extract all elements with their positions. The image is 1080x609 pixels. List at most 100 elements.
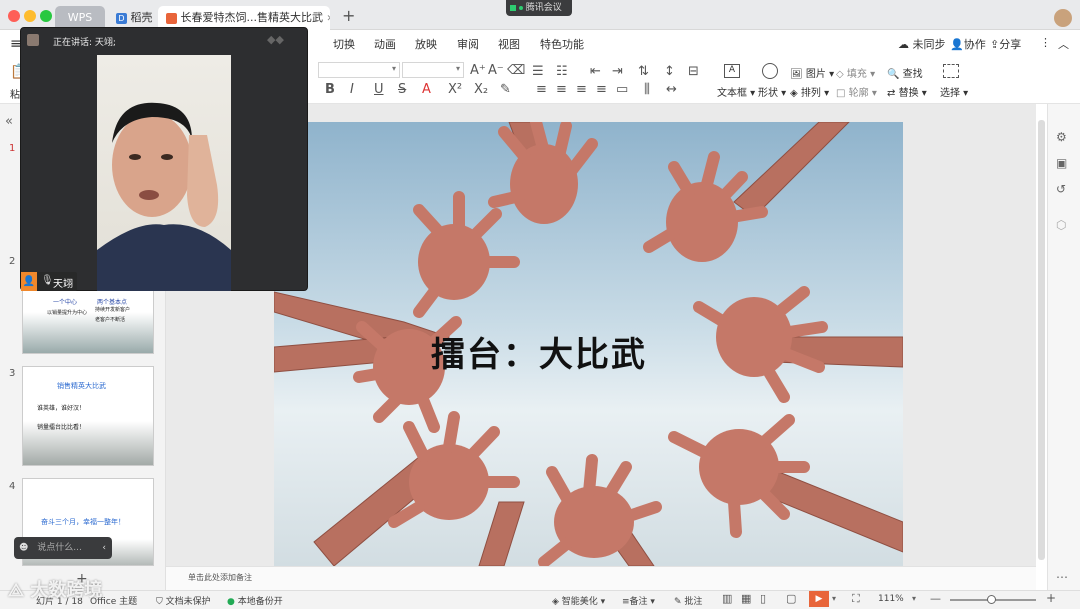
fit-window-icon[interactable]: ⛶: [852, 592, 860, 606]
align-center-icon[interactable]: ≡: [556, 82, 567, 97]
collapse-ribbon-icon[interactable]: ︿: [1058, 36, 1069, 52]
present-icon[interactable]: ▢: [786, 592, 796, 605]
menu-animation[interactable]: 动画: [374, 36, 396, 52]
participant-tag: 👤 🎙 天翊: [21, 272, 77, 291]
design-icon[interactable]: ▣: [1056, 156, 1067, 170]
bullet-list-icon[interactable]: ☰: [532, 64, 544, 79]
italic-icon[interactable]: I: [350, 82, 354, 97]
strikethrough-icon[interactable]: S: [398, 82, 406, 97]
document-protection[interactable]: ⛉ 文档未保护: [156, 594, 211, 607]
menu-special-features[interactable]: 特色功能: [540, 36, 584, 52]
zoom-level: 111%: [878, 594, 904, 604]
underline-icon[interactable]: U: [374, 82, 384, 97]
menu-slideshow[interactable]: 放映: [415, 36, 437, 52]
normal-view-icon[interactable]: ▥: [722, 592, 732, 605]
play-slideshow-button[interactable]: ▶: [809, 591, 829, 607]
bold-icon[interactable]: B: [325, 82, 335, 97]
meeting-badge[interactable]: 腾讯会议: [506, 0, 572, 16]
shape-icon[interactable]: [762, 63, 778, 79]
menu-review[interactable]: 审阅: [457, 36, 479, 52]
columns-icon[interactable]: ⫼: [644, 82, 650, 97]
fill-button[interactable]: ◇ 填充 ▾: [836, 65, 875, 80]
increase-indent-icon[interactable]: ⇥: [612, 64, 623, 79]
zoom-out-button[interactable]: —: [930, 592, 941, 605]
clear-format-icon[interactable]: ⌫: [507, 63, 525, 78]
slideshow-options-icon[interactable]: ▾: [832, 594, 836, 603]
chat-input[interactable]: ☻ 说点什么... ‹: [14, 537, 112, 559]
zoom-dropdown-icon[interactable]: ▾: [912, 594, 916, 603]
align-left-icon[interactable]: ≡: [536, 82, 547, 97]
thumb2-line-1: 一个中心: [53, 299, 78, 306]
video-call-panel[interactable]: 正在讲话: 天翊; ◆◆ 👤 🎙 天翊: [20, 27, 308, 291]
local-backup-status[interactable]: ● 本地备份开: [227, 594, 283, 607]
more-dots-icon[interactable]: ⋯: [1056, 570, 1068, 584]
find-button[interactable]: 🔍 查找: [887, 65, 923, 80]
settings-sliders-icon[interactable]: ⚙: [1056, 130, 1067, 144]
close-window-icon[interactable]: [8, 10, 20, 22]
line-spacing-icon[interactable]: ↕: [664, 64, 675, 79]
decrease-indent-icon[interactable]: ⇤: [590, 64, 601, 79]
justify-icon[interactable]: ≡: [596, 82, 607, 97]
user-icon: 👤: [21, 272, 37, 291]
textbox-button[interactable]: 文本框 ▾: [717, 84, 755, 99]
decrease-font-icon[interactable]: A⁻: [488, 63, 504, 78]
presentation-file-icon: [166, 12, 177, 24]
text-direction-icon[interactable]: ⇅: [638, 64, 649, 79]
cube-icon[interactable]: ⬡: [1056, 218, 1066, 232]
vertical-scrollbar[interactable]: [1038, 120, 1045, 560]
arrange-button[interactable]: ◈ 排列 ▾: [790, 84, 829, 99]
shape-button[interactable]: 形状 ▾: [758, 84, 786, 99]
speaking-label: 正在讲话: 天翊;: [53, 38, 116, 48]
grid-view-icon[interactable]: ▦: [741, 592, 751, 605]
font-family-select[interactable]: ▾: [318, 62, 400, 78]
menu-transitions[interactable]: 切换: [333, 36, 355, 52]
distribute-icon[interactable]: ▭: [616, 82, 628, 97]
more-options-icon[interactable]: ⋮: [1040, 36, 1051, 49]
font-color-icon[interactable]: A: [422, 82, 431, 97]
zoom-slider-handle[interactable]: [987, 595, 996, 604]
share-button[interactable]: ⇪分享: [990, 36, 1021, 52]
superscript-icon[interactable]: X²: [448, 82, 462, 97]
textbox-icon[interactable]: A: [724, 64, 740, 78]
char-spacing-icon[interactable]: ↔: [666, 82, 677, 97]
thumbnail-slide-3[interactable]: 销售精英大比武 谁英雄，谁好汉！ 销量擂台比比看！: [22, 366, 154, 466]
sync-status-button[interactable]: ☁ 未同步: [898, 36, 946, 52]
video-panel-grip-icon[interactable]: ◆◆: [267, 33, 284, 46]
notes-pane[interactable]: 单击此处添加备注: [166, 566, 1036, 590]
maximize-window-icon[interactable]: [40, 10, 52, 22]
docer-icon: D: [116, 12, 127, 24]
notes-toggle-button[interactable]: ≡备注 ▾: [622, 594, 655, 607]
numbered-list-icon[interactable]: ☷: [556, 64, 568, 79]
minimize-window-icon[interactable]: [24, 10, 36, 22]
paste-button[interactable]: 粘: [10, 86, 20, 101]
add-tab-button[interactable]: +: [342, 6, 355, 25]
highlight-icon[interactable]: ✎: [500, 82, 511, 97]
reading-view-icon[interactable]: ▯: [760, 592, 766, 605]
watermark-logo: ⟁ 大数跨境: [8, 580, 103, 601]
font-size-select[interactable]: ▾: [402, 62, 464, 78]
collapse-panel-icon[interactable]: «: [5, 114, 13, 129]
chevron-left-icon[interactable]: ‹: [102, 537, 106, 559]
zoom-in-button[interactable]: +: [1046, 591, 1056, 605]
close-tab-icon[interactable]: ✕: [327, 14, 331, 24]
outline-button[interactable]: □ 轮廓 ▾: [836, 84, 877, 99]
increase-font-icon[interactable]: A⁺: [470, 63, 486, 78]
picture-button[interactable]: 🖼 图片 ▾: [790, 65, 834, 80]
search-icon: 🔍: [887, 69, 900, 80]
subscript-icon[interactable]: X₂: [474, 82, 488, 97]
select-button[interactable]: 选择 ▾: [940, 84, 968, 99]
align-right-icon[interactable]: ≡: [576, 82, 587, 97]
user-avatar[interactable]: [1054, 9, 1072, 27]
history-icon[interactable]: ↺: [1056, 182, 1066, 196]
select-icon[interactable]: [943, 64, 959, 78]
menu-view[interactable]: 视图: [498, 36, 520, 52]
replace-button[interactable]: ⇄ 替换 ▾: [887, 84, 927, 99]
thumb3-line-3: 销量擂台比比看！: [37, 424, 86, 431]
smart-beautify-button[interactable]: ◈ 智能美化 ▾: [552, 594, 605, 607]
thumb-number-3: 3: [9, 368, 16, 379]
comments-button[interactable]: ✎ 批注: [674, 594, 702, 607]
collaborate-button[interactable]: 👤协作: [950, 36, 986, 52]
emoji-icon[interactable]: ☻: [19, 543, 28, 553]
main-slide[interactable]: 擂台：大比武: [274, 122, 903, 566]
align-text-icon[interactable]: ⊟: [688, 64, 699, 79]
